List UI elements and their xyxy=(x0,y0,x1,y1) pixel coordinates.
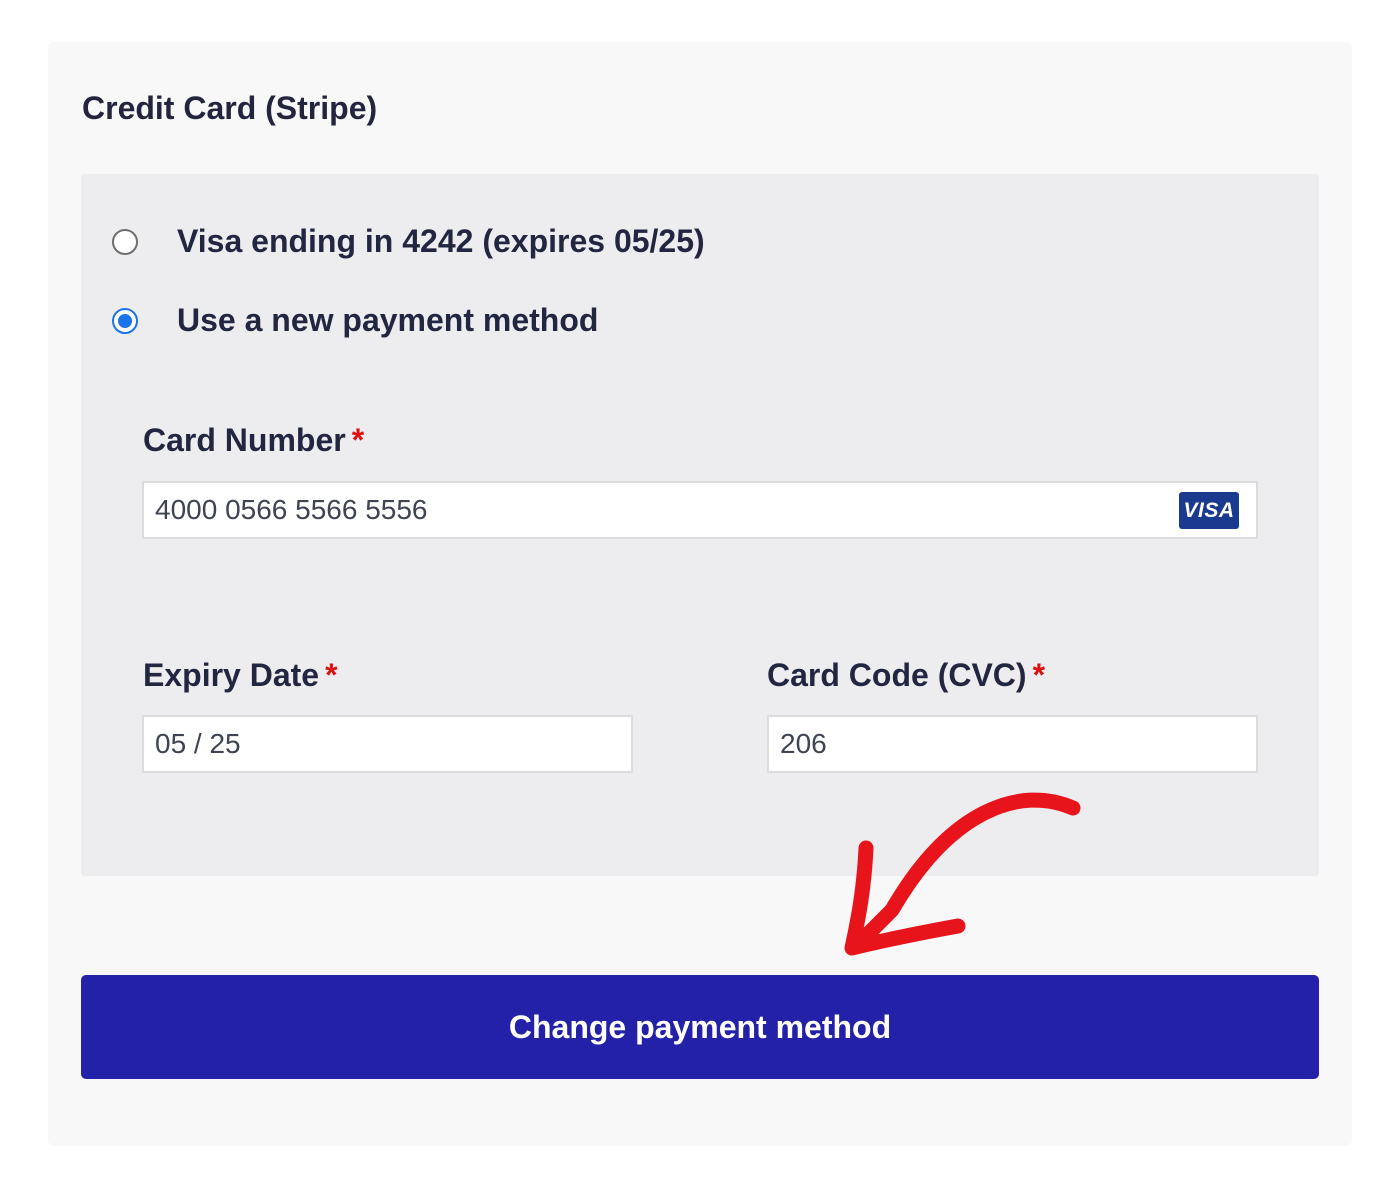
card-number-value: 4000 0566 5566 5556 xyxy=(155,494,428,525)
saved-card-label: Visa ending in 4242 (expires 05/25) xyxy=(177,223,705,259)
new-payment-label: Use a new payment method xyxy=(177,302,599,338)
card-number-label-text: Card Number xyxy=(143,422,346,458)
saved-card-radio[interactable] xyxy=(112,228,138,255)
card-code-label-text: Card Code (CVC) xyxy=(767,657,1027,693)
card-code-value: 206 xyxy=(780,728,827,759)
expiry-date-label: Expiry Date * xyxy=(143,657,338,694)
expiry-date-value: 05 / 25 xyxy=(155,728,241,759)
saved-card-option[interactable]: Visa ending in 4242 (expires 05/25) xyxy=(112,223,705,260)
card-number-input[interactable]: 4000 0566 5566 5556 VISA xyxy=(142,481,1258,539)
card-number-label: Card Number * xyxy=(143,422,364,459)
new-payment-option[interactable]: Use a new payment method xyxy=(112,302,598,339)
required-marker: * xyxy=(351,422,365,458)
card-code-label: Card Code (CVC) * xyxy=(767,657,1045,694)
visa-card-icon: VISA xyxy=(1179,492,1239,529)
section-title: Credit Card (Stripe) xyxy=(82,90,378,126)
new-payment-radio[interactable] xyxy=(112,307,138,334)
expiry-date-input[interactable]: 05 / 25 xyxy=(142,715,633,773)
change-payment-method-button[interactable]: Change payment method xyxy=(81,975,1319,1079)
required-marker: * xyxy=(1032,657,1046,693)
required-marker: * xyxy=(325,657,338,693)
expiry-date-label-text: Expiry Date xyxy=(143,657,320,693)
annotation-arrow-icon xyxy=(844,792,1081,956)
card-code-input[interactable]: 206 xyxy=(767,715,1258,773)
